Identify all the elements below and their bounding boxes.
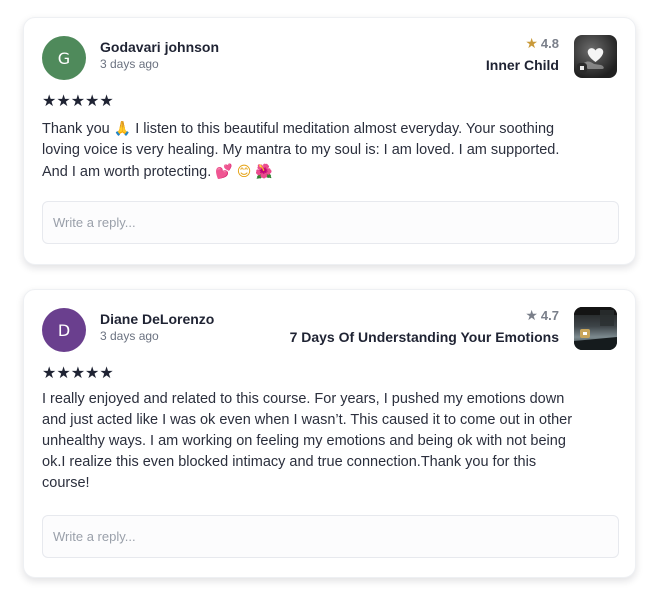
star-icon: ★ [525, 35, 538, 51]
review-card: G Godavari johnson 3 days ago ★ 4.8 Inne… [23, 17, 636, 265]
avatar[interactable]: D [42, 308, 86, 352]
course-title[interactable]: Inner Child [486, 57, 559, 73]
review-card: D Diane DeLorenzo 3 days ago ★ 4.7 7 Day… [23, 289, 636, 578]
course-title[interactable]: 7 Days Of Understanding Your Emotions [290, 329, 559, 345]
course-rating-value: 4.8 [540, 36, 559, 51]
hibiscus-emoji-icon: 🌺 [255, 163, 273, 179]
course-meta: ★ 4.8 Inner Child [486, 35, 559, 73]
star-icon: ★ [525, 307, 538, 323]
review-text-start: Thank you [42, 121, 110, 137]
author-name[interactable]: Godavari johnson [100, 39, 219, 55]
review-text: I really enjoyed and related to this cou… [42, 391, 573, 491]
course-rating: ★ 4.8 [486, 35, 559, 52]
reply-input[interactable] [42, 515, 619, 558]
course-rating-value: 4.7 [540, 308, 559, 323]
reply-input[interactable] [42, 201, 619, 244]
review-timestamp: 3 days ago [100, 329, 159, 343]
praying-emoji-icon: 🙏 [113, 120, 132, 136]
review-stars: ★★★★★ [42, 93, 114, 110]
review-timestamp: 3 days ago [100, 57, 159, 71]
smiling-face-emoji-icon: 😊 [236, 163, 252, 179]
course-rating: ★ 4.7 [290, 307, 559, 324]
review-text: Thank you 🙏 I listen to this beautiful m… [42, 118, 587, 183]
avatar[interactable]: G [42, 36, 86, 80]
review-stars: ★★★★★ [42, 365, 114, 382]
avatar-initial: G [57, 48, 71, 68]
course-thumbnail[interactable] [574, 35, 617, 78]
avatar-initial: D [57, 320, 71, 340]
landscape-thumbnail-icon [574, 307, 617, 350]
two-hearts-emoji-icon: 💕 [215, 163, 233, 179]
course-thumbnail[interactable] [574, 307, 617, 350]
course-meta: ★ 4.7 7 Days Of Understanding Your Emoti… [290, 307, 559, 345]
author-name[interactable]: Diane DeLorenzo [100, 311, 214, 327]
heart-hands-icon [577, 48, 604, 73]
